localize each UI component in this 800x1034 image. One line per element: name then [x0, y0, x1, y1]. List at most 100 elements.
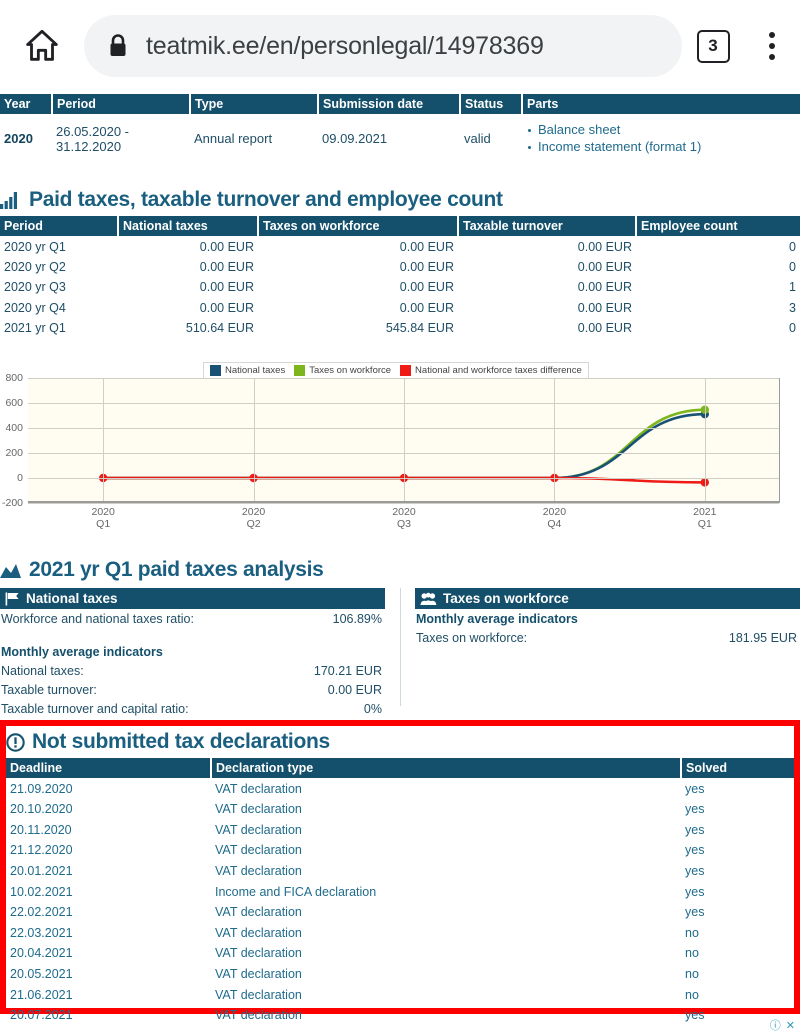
cell-employee-count: 0: [789, 239, 796, 254]
legend-item-difference: National and workforce taxes difference: [400, 365, 582, 376]
indicator-row: National taxes: 170.21 EUR: [0, 661, 385, 680]
overflow-menu-icon[interactable]: [744, 32, 800, 60]
chart-gridline-v: [103, 378, 105, 501]
table-row: 2020 yr Q1 0.00 EUR 0.00 EUR 0.00 EUR 0: [0, 236, 800, 256]
cell-deadline: 20.07.2021: [10, 1008, 73, 1023]
panel-separator: [385, 588, 415, 718]
analysis-panels: National taxes Workforce and national ta…: [0, 588, 800, 718]
col-taxable-turnover: Taxable turnover: [458, 216, 637, 237]
cell-period: 2021 yr Q1: [4, 321, 66, 336]
chart-gridline-v: [404, 378, 405, 501]
indicator-label: National taxes:: [1, 663, 84, 678]
home-button[interactable]: [0, 26, 84, 66]
cell-deadline: 22.03.2021: [10, 925, 73, 940]
taxes-line-chart: National taxes Taxes on workforce Nation…: [0, 362, 800, 552]
table-row: 20.07.2021 VAT declaration yes: [6, 1005, 794, 1026]
indicator-label: Taxes on workforce:: [416, 630, 528, 645]
url-text: teatmik.ee/en/personlegal/14978369: [146, 31, 544, 60]
cell-employee-count: 1: [789, 280, 796, 295]
table-row: 2020 yr Q3 0.00 EUR 0.00 EUR 0.00 EUR 1: [0, 277, 800, 297]
col-year: Year: [0, 94, 53, 115]
paid-taxes-heading: Paid taxes, taxable turnover and employe…: [0, 188, 800, 212]
page-root: teatmik.ee/en/personlegal/14978369 3 Yea…: [0, 0, 800, 1034]
cell-deadline: 10.02.2021: [10, 884, 73, 899]
cell-national-taxes: 0.00 EUR: [199, 280, 254, 295]
cell-solved: yes: [685, 781, 705, 796]
cell-deadline: 21.09.2020: [10, 781, 73, 796]
table-header-row: Deadline Declaration type Solved: [6, 758, 794, 779]
cell-solved: yes: [685, 905, 705, 920]
cell-declaration-type: VAT declaration: [215, 987, 302, 1002]
cell-declaration-type: VAT declaration: [215, 967, 302, 982]
table-row: 20.11.2020 VAT declaration yes: [6, 820, 794, 841]
cell-deadline: 20.11.2020: [10, 822, 72, 837]
cell-taxable-turnover: 0.00 EUR: [577, 239, 632, 254]
chart-y-tick: -200: [1, 497, 23, 509]
overlay-close-glyphs[interactable]: ⓘ ✕: [770, 1017, 796, 1033]
cell-workforce-taxes: 545.84 EUR: [385, 321, 454, 336]
col-national-taxes: National taxes: [118, 216, 259, 237]
chart-x-tick: 2020 Q1: [91, 506, 115, 531]
cell-declaration-type: Income and FICA declaration: [215, 884, 377, 899]
cell-solved: no: [685, 967, 699, 982]
indicator-value: 170.21 EUR: [313, 663, 382, 678]
cell-declaration-type: VAT declaration: [215, 843, 302, 858]
tab-switcher-button[interactable]: 3: [682, 29, 744, 63]
part-item[interactable]: Income statement (format 1): [526, 139, 796, 155]
panel-taxes-on-workforce: Taxes on workforce Monthly average indic…: [415, 588, 800, 718]
cell-taxable-turnover: 0.00 EUR: [577, 300, 632, 315]
part-item[interactable]: Balance sheet: [526, 122, 796, 138]
cell-taxable-turnover: 0.00 EUR: [577, 321, 632, 336]
panel-header-workforce: Taxes on workforce: [415, 588, 800, 609]
chart-gridline-v: [253, 378, 255, 501]
table-header-row: Period National taxes Taxes on workforce…: [0, 216, 800, 237]
not-submitted-heading: Not submitted tax declarations: [6, 730, 794, 754]
chart-x-tick: 2020 Q2: [241, 506, 266, 531]
col-solved: Solved: [681, 758, 794, 779]
chart-y-tick: 800: [5, 372, 23, 384]
chart-y-tick: 200: [5, 447, 23, 459]
col-period: Period: [52, 94, 191, 115]
cell-deadline: 20.04.2021: [10, 946, 73, 961]
legend-item-national-taxes: National taxes: [210, 365, 285, 376]
cell-employee-count: 0: [789, 259, 796, 274]
table-header-row: Year Period Type Submission date Status …: [0, 94, 800, 115]
not-submitted-table: Deadline Declaration type Solved 21.09.2…: [6, 758, 794, 1026]
analysis-heading: 2021 yr Q1 paid taxes analysis: [0, 558, 800, 582]
col-type: Type: [190, 94, 319, 115]
indicator-label: Taxable turnover and capital ratio:: [1, 701, 189, 716]
col-workforce-taxes: Taxes on workforce: [258, 216, 459, 237]
cell-deadline: 20.05.2021: [10, 967, 73, 982]
col-declaration-type: Declaration type: [211, 758, 682, 779]
cell-solved: yes: [685, 864, 705, 879]
table-row: 20.10.2020 VAT declaration yes: [6, 799, 794, 820]
table-row: 21.06.2021 VAT declaration no: [6, 984, 794, 1005]
cell-workforce-taxes: 0.00 EUR: [399, 280, 454, 295]
not-submitted-body: 21.09.2020 VAT declaration yes 20.10.202…: [6, 778, 794, 1025]
not-submitted-title: Not submitted tax declarations: [32, 730, 330, 753]
legend-item-workforce-taxes: Taxes on workforce: [294, 365, 391, 376]
cell-declaration-type: VAT declaration: [215, 1008, 302, 1023]
panel-national-taxes: National taxes Workforce and national ta…: [0, 588, 385, 718]
cell-parts: Balance sheet Income statement (format 1…: [522, 114, 800, 163]
cell-national-taxes: 510.64 EUR: [185, 321, 254, 336]
not-submitted-declarations-section: Not submitted tax declarations Deadline …: [0, 720, 800, 1022]
panel-header-national-taxes: National taxes: [0, 588, 385, 609]
cell-declaration-type: VAT declaration: [215, 781, 302, 796]
ratio-label: Workforce and national taxes ratio:: [1, 611, 194, 626]
cell-deadline: 22.02.2021: [10, 905, 73, 920]
col-submission-date: Submission date: [318, 94, 461, 115]
legend-label: National and workforce taxes difference: [415, 365, 582, 376]
cell-taxable-turnover: 0.00 EUR: [577, 280, 632, 295]
chart-gridline-v: [554, 378, 556, 501]
chart-x-tick: 2020 Q4: [542, 506, 567, 531]
address-bar[interactable]: teatmik.ee/en/personlegal/14978369: [84, 15, 682, 77]
tab-count-label: 3: [696, 29, 730, 63]
table-row: 21.12.2020 VAT declaration yes: [6, 840, 794, 861]
col-parts: Parts: [522, 94, 800, 115]
cell-declaration-type: VAT declaration: [215, 802, 302, 817]
cell-solved: no: [685, 946, 699, 961]
browser-toolbar: teatmik.ee/en/personlegal/14978369 3: [0, 0, 800, 92]
table-row: 2020 26.05.2020 -31.12.2020 Annual repor…: [0, 114, 800, 163]
